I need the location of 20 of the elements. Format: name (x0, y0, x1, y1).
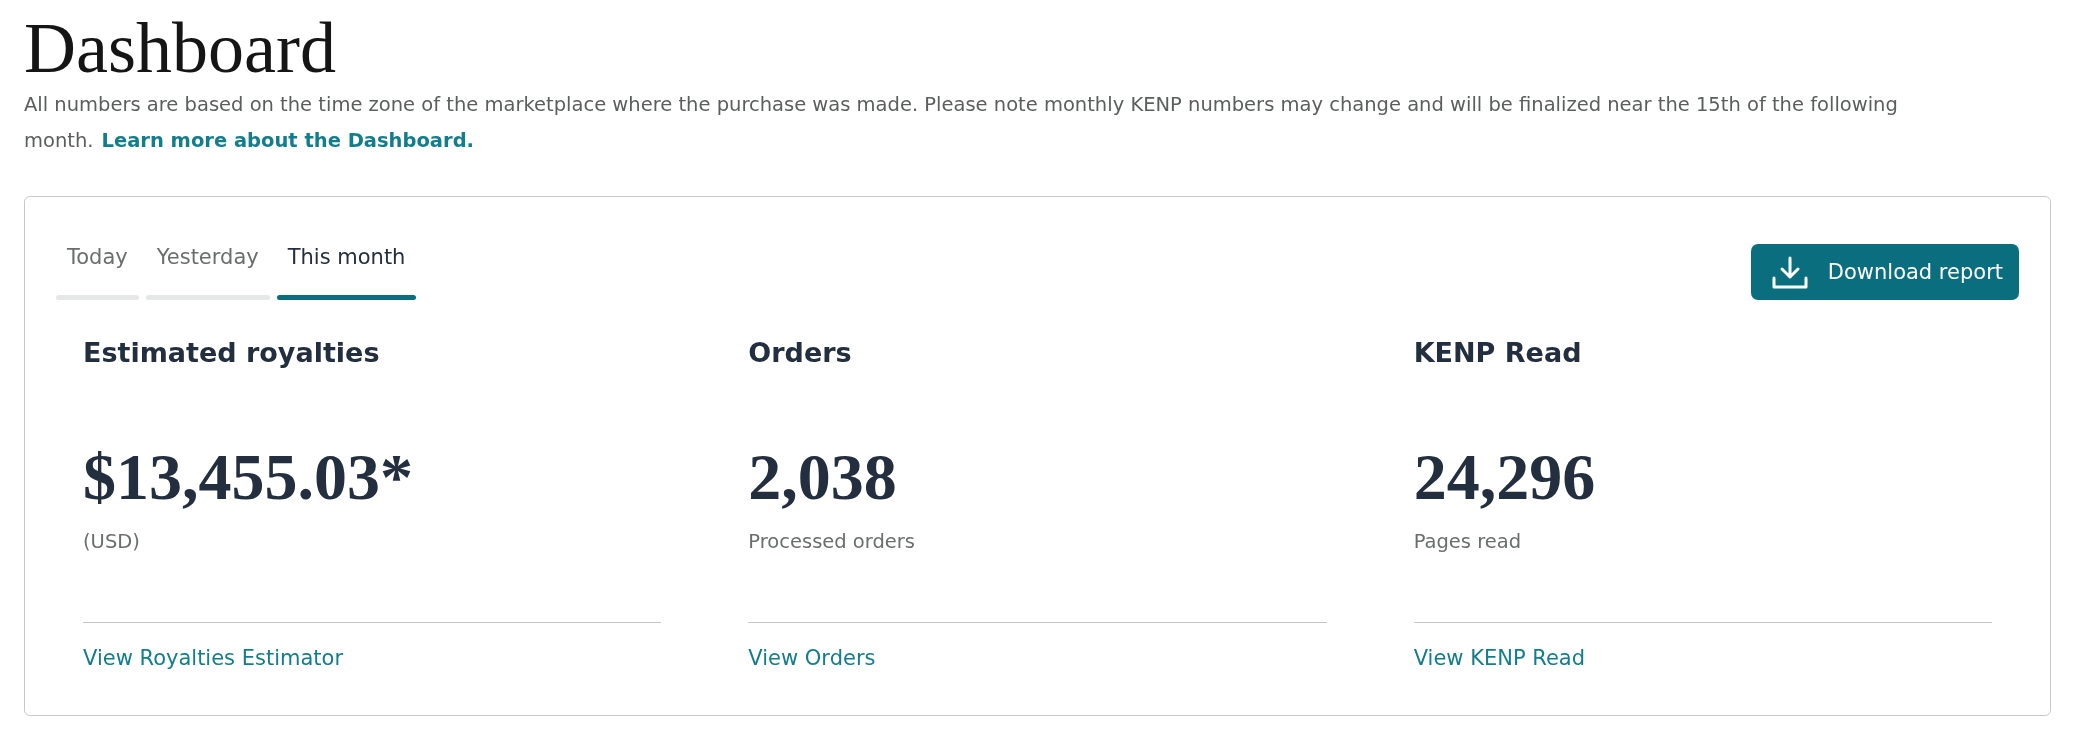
metric-link[interactable]: View KENP Read (1413, 645, 1586, 672)
learn-more-link[interactable]: Learn more about the Dashboard. (101, 129, 474, 152)
metric-link[interactable]: View Royalties Estimator (83, 645, 344, 672)
metric-caption: (USD) (83, 529, 140, 554)
page-title: Dashboard (24, 12, 336, 84)
metric-value: $13,455.03* (83, 444, 413, 510)
download-icon (1771, 255, 1808, 289)
metric-caption: Pages read (1413, 529, 1522, 554)
description-text: All numbers are based on the time zone of the marketplace where the purchase was made. Please note monthly KENP numbers may change and will be finalized near the 15th of the following month. Learn more about the Dashboard. (24, 92, 1899, 154)
metric-link[interactable]: View Orders (748, 645, 876, 672)
metric-title: Orders (748, 337, 852, 369)
metric-value: 2,038 (748, 444, 897, 510)
period-tab[interactable]: Yesterday (145, 244, 270, 300)
download-report-button[interactable]: Download report (1750, 244, 2019, 300)
metric-value: 24,296 (1413, 444, 1596, 510)
metric-title: KENP Read (1413, 337, 1582, 369)
period-tab[interactable]: This month (276, 244, 417, 300)
metric-caption: Processed orders (748, 529, 916, 554)
period-tab[interactable]: Today (56, 244, 139, 300)
metric-title: Estimated royalties (83, 337, 380, 369)
